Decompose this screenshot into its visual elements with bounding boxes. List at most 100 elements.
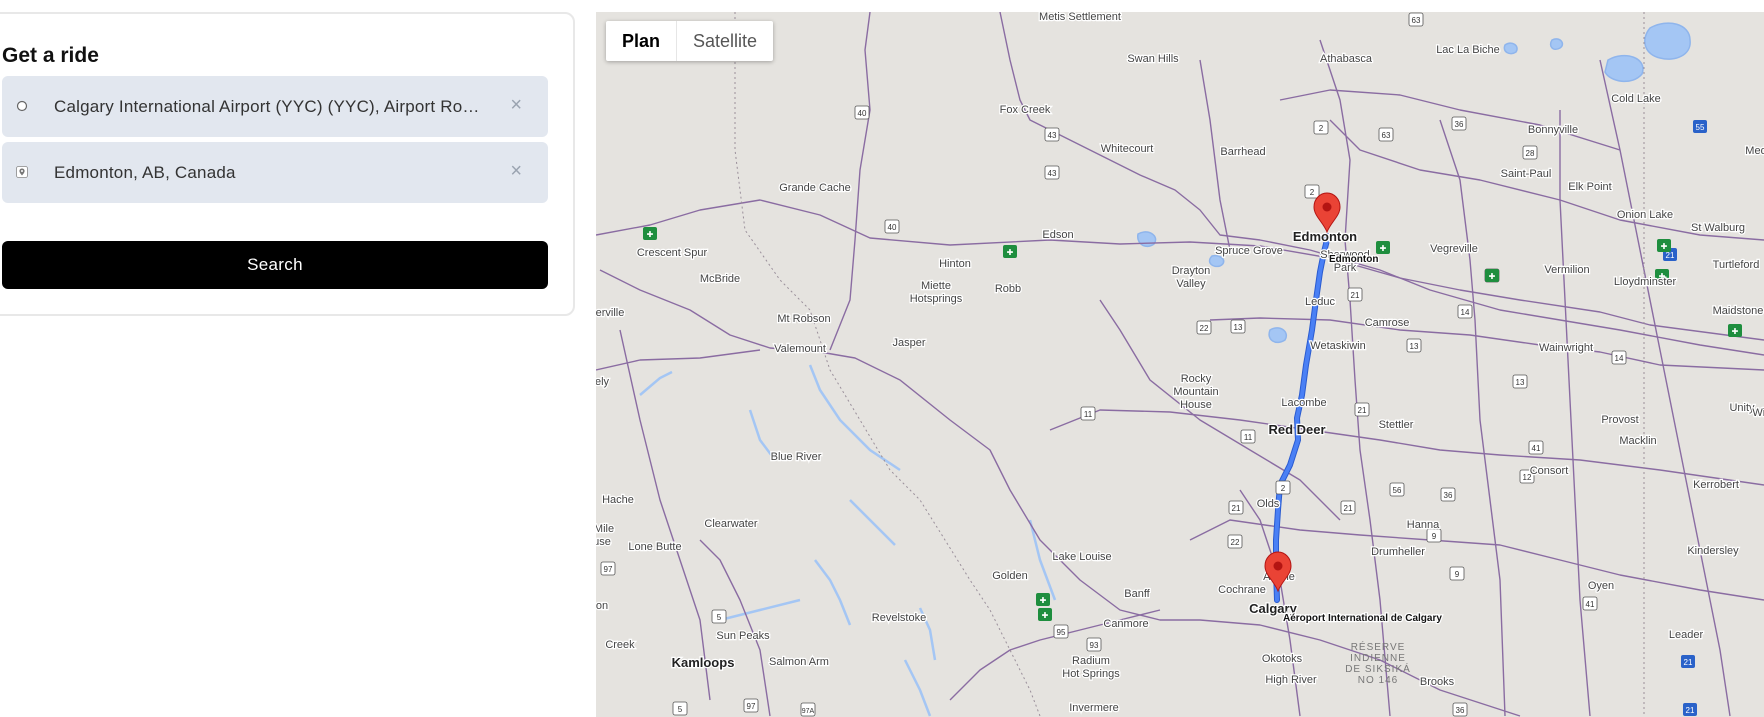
highway-shield: 56: [1389, 482, 1405, 497]
highway-shield: 5: [711, 609, 727, 624]
clear-destination-icon[interactable]: ×: [510, 161, 522, 181]
clear-origin-icon[interactable]: ×: [510, 95, 522, 115]
place-label: St Walburg: [1691, 222, 1745, 234]
svg-text:43: 43: [1048, 169, 1057, 178]
highway-shield: 95: [1053, 624, 1069, 639]
place-label: Vermilion: [1544, 264, 1589, 276]
highway-shield: 21: [1354, 402, 1370, 417]
svg-text:5: 5: [678, 705, 683, 714]
route-marker-pin[interactable]: [1313, 192, 1341, 234]
place-label: Grande Prairie: [716, 12, 788, 13]
highway-shield: 21: [1683, 703, 1697, 716]
place-label: Golden: [992, 570, 1027, 582]
svg-text:✚: ✚: [1380, 244, 1387, 253]
place-label: Metis Settlement: [1039, 12, 1121, 23]
place-label: Consort: [1530, 465, 1569, 477]
svg-text:36: 36: [1456, 706, 1465, 715]
map-type-control: Plan Satellite: [606, 21, 774, 61]
origin-field[interactable]: Calgary International Airport (YYC) (YYC…: [2, 76, 548, 137]
place-label: ely: [596, 376, 610, 388]
place-label: Robb: [995, 283, 1021, 295]
highway-shield: 93: [1086, 637, 1102, 652]
svg-text:97: 97: [604, 565, 613, 574]
place-label: Stettler: [1379, 419, 1414, 431]
place-label: Mile: [596, 523, 614, 535]
ride-form-panel: Get a ride Calgary International Airport…: [0, 12, 575, 316]
svg-text:13: 13: [1410, 342, 1419, 351]
svg-text:13: 13: [1516, 378, 1525, 387]
place-label: Swan Hills: [1127, 53, 1179, 65]
svg-text:21: 21: [1666, 251, 1675, 260]
place-label: Drayton Valley: [1172, 265, 1211, 290]
svg-text:✚: ✚: [1732, 327, 1739, 336]
place-label: Leader: [1669, 629, 1704, 641]
highway-shield: 41: [1582, 596, 1598, 611]
place-label: Whitecourt: [1101, 143, 1154, 155]
svg-text:56: 56: [1393, 486, 1402, 495]
highway-shield: 40: [884, 219, 900, 234]
map-canvas[interactable]: 6340434326336552840✚✚2✚2821✚211413221314…: [596, 12, 1764, 717]
place-label: Red Deer: [1268, 422, 1325, 437]
place-label: Lacombe: [1281, 397, 1326, 409]
map-type-plan-button[interactable]: Plan: [606, 21, 678, 61]
place-label: Leduc: [1305, 296, 1335, 308]
origin-input[interactable]: Calgary International Airport (YYC) (YYC…: [54, 76, 484, 137]
svg-text:21: 21: [1351, 291, 1360, 300]
highway-shield: 63: [1408, 12, 1424, 27]
svg-text:36: 36: [1444, 491, 1453, 500]
place-label: Oyen: [1588, 580, 1614, 592]
highway-shield: ✚: [1036, 593, 1050, 606]
search-button[interactable]: Search: [2, 241, 548, 289]
highway-shield: 2: [1304, 184, 1320, 199]
place-label: Creek: [605, 639, 635, 651]
highway-shield: 14: [1457, 304, 1473, 319]
place-label: Okotoks: [1262, 653, 1303, 665]
svg-text:41: 41: [1586, 600, 1595, 609]
highway-shield: 21: [1340, 500, 1356, 515]
place-label: Maidstone: [1713, 305, 1764, 317]
route-marker-pin[interactable]: [1264, 551, 1292, 593]
location-pin-icon: [16, 166, 28, 178]
highway-shield: 11: [1240, 429, 1256, 444]
svg-text:97A: 97A: [802, 708, 815, 715]
place-label: Elk Point: [1568, 181, 1611, 193]
place-label: Lake Louise: [1052, 551, 1111, 563]
place-label: erville: [596, 307, 624, 319]
svg-text:9: 9: [1432, 532, 1437, 541]
svg-text:11: 11: [1244, 433, 1253, 442]
svg-text:✚: ✚: [1661, 242, 1668, 251]
highway-shield: 97: [743, 698, 759, 713]
route-marker-label: Aéroport International de Calgary: [1283, 613, 1442, 624]
place-label: Onion Lake: [1617, 209, 1673, 221]
map-view[interactable]: 6340434326336552840✚✚2✚2821✚211413221314…: [596, 12, 1764, 717]
highway-shield: 36: [1452, 702, 1468, 717]
highway-shield: 43: [1044, 127, 1060, 142]
place-label: Fox Creek: [1000, 104, 1051, 116]
svg-text:2: 2: [1310, 188, 1315, 197]
svg-text:13: 13: [1234, 323, 1243, 332]
highway-shield: 11: [1080, 406, 1096, 421]
highway-shield: 22: [1196, 320, 1212, 335]
place-label: Brooks: [1420, 676, 1455, 688]
highway-shield: 55: [1693, 120, 1707, 133]
highway-shield: 21: [1228, 500, 1244, 515]
highway-shield: 36: [1440, 487, 1456, 502]
svg-text:2: 2: [1319, 124, 1324, 133]
destination-input[interactable]: Edmonton, AB, Canada: [54, 142, 484, 203]
place-label: Provost: [1601, 414, 1638, 426]
highway-shield: 63: [1378, 127, 1394, 142]
place-label: Drumheller: [1371, 546, 1425, 558]
destination-field[interactable]: Edmonton, AB, Canada ×: [2, 142, 548, 203]
highway-shield: ✚: [643, 227, 657, 240]
map-type-satellite-button[interactable]: Satellite: [677, 21, 773, 61]
highway-shield: 21: [1681, 655, 1695, 668]
highway-shield: ✚: [1003, 245, 1017, 258]
svg-text:28: 28: [1526, 149, 1535, 158]
svg-text:21: 21: [1684, 658, 1693, 667]
place-label: Lac La Biche: [1436, 44, 1500, 56]
highway-shield: 5: [672, 701, 688, 716]
place-label: Wainwright: [1539, 342, 1593, 354]
place-label: on: [596, 600, 608, 612]
highway-shield: 40: [854, 105, 870, 120]
place-label: Invermere: [1069, 702, 1119, 714]
